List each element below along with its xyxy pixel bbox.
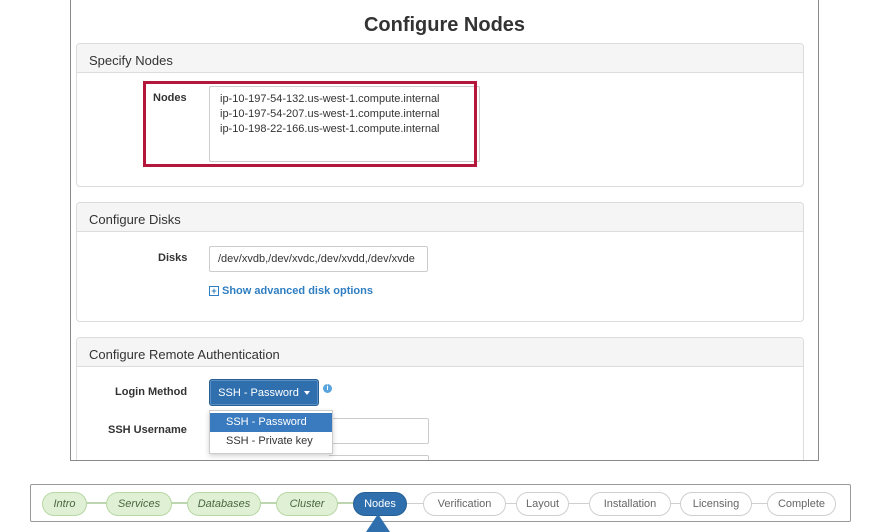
wizard-step-licensing[interactable]: Licensing <box>680 492 752 516</box>
remote-auth-panel: Configure Remote Authentication Login Me… <box>76 337 804 460</box>
login-method-dropdown[interactable]: SSH - Password <box>209 379 319 406</box>
caret-down-icon <box>303 390 310 395</box>
ssh-username-label: SSH Username <box>108 424 187 436</box>
info-icon[interactable]: i <box>323 384 332 393</box>
configure-nodes-window: Configure Nodes Specify Nodes Nodes ip-1… <box>70 0 819 461</box>
login-option-ssh-password[interactable]: SSH - Password <box>210 413 332 432</box>
specify-nodes-heading: Specify Nodes <box>77 44 803 73</box>
current-step-pointer <box>366 514 390 532</box>
disks-input[interactable]: /dev/xvdb,/dev/xvdc,/dev/xvdd,/dev/xvde <box>209 246 428 272</box>
plus-square-icon: + <box>209 286 219 296</box>
login-method-label: Login Method <box>115 386 188 398</box>
wizard-step-installation[interactable]: Installation <box>589 492 671 516</box>
specify-nodes-panel: Specify Nodes Nodes ip-10-197-54-132.us-… <box>76 43 804 187</box>
disks-label: Disks <box>158 252 188 264</box>
login-method-selected: SSH - Password <box>218 386 299 399</box>
page-title: Configure Nodes <box>363 14 526 36</box>
wizard-step-complete[interactable]: Complete <box>767 492 836 516</box>
wizard-step-layout[interactable]: Layout <box>516 492 569 516</box>
configure-disks-panel: Configure Disks Disks /dev/xvdb,/dev/xvd… <box>76 202 804 322</box>
advanced-link-text: Show advanced disk options <box>222 285 373 297</box>
show-advanced-disk-options-link[interactable]: + Show advanced disk options <box>209 285 373 297</box>
wizard-step-nodes[interactable]: Nodes <box>353 492 407 516</box>
wizard-step-intro[interactable]: Intro <box>42 492 87 516</box>
remote-auth-heading: Configure Remote Authentication <box>77 338 803 367</box>
ssh-password-input[interactable] <box>329 455 429 460</box>
wizard-step-cluster[interactable]: Cluster <box>276 492 338 516</box>
configure-disks-heading: Configure Disks <box>77 203 803 232</box>
wizard-step-services[interactable]: Services <box>106 492 172 516</box>
nodes-highlight-box <box>143 81 477 167</box>
wizard-step-verification[interactable]: Verification <box>423 492 506 516</box>
wizard-progress-bar: Intro Services Databases Cluster Nodes V… <box>30 484 851 522</box>
wizard-step-databases[interactable]: Databases <box>187 492 261 516</box>
login-method-menu: SSH - Password SSH - Private key <box>209 410 333 454</box>
login-option-ssh-private-key[interactable]: SSH - Private key <box>210 432 332 451</box>
ssh-username-input[interactable] <box>329 418 429 444</box>
